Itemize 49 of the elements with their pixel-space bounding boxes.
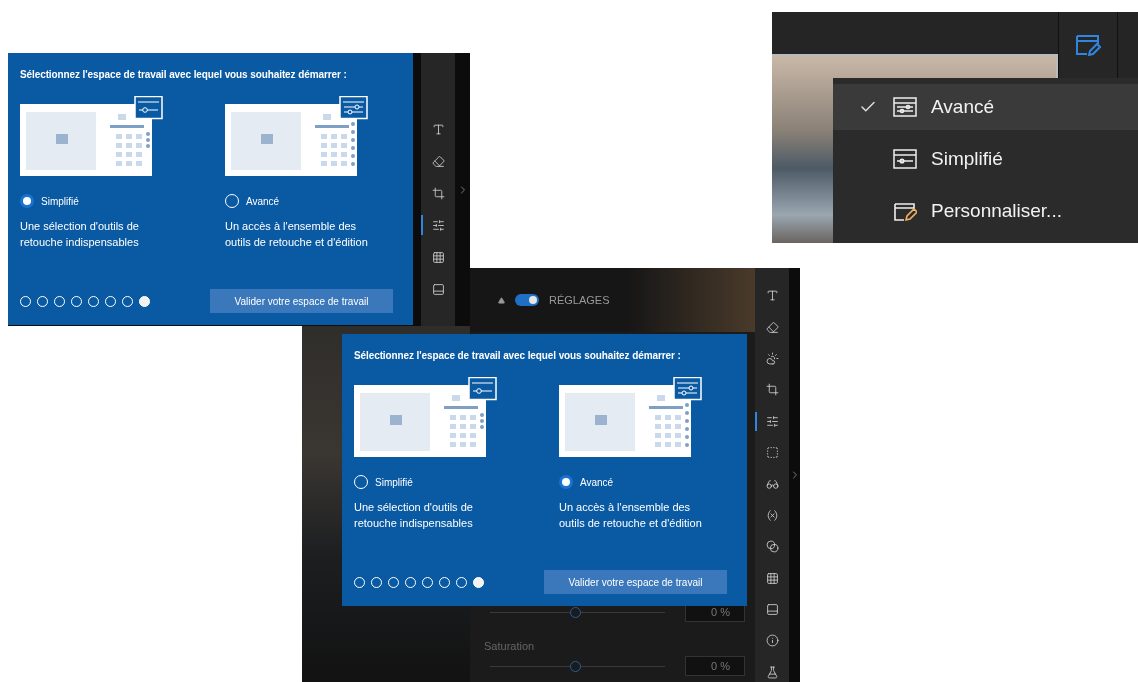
frame-icon [431,282,445,296]
text-icon [765,289,779,303]
glasses-icon [765,477,779,491]
collapse-icon[interactable] [498,296,505,304]
toggle-switch[interactable] [515,294,539,306]
section-title: RÉGLAGES [549,294,610,306]
option-description: Une sélection d'outils de retouche indispensables [354,500,474,531]
option-description: Un accès à l'ensemble des outils de retouche et d'édition [559,500,703,531]
confirm-button[interactable]: Valider votre espace de travail [544,570,727,594]
slider-thumb[interactable] [570,660,582,672]
eraser-icon [431,154,445,168]
sliders-icon [431,218,445,232]
pager-dot[interactable] [473,576,484,588]
slider-label: Saturation [484,640,536,652]
dialog-title: Sélectionnez l'espace de travail avec lequel vous souhaitez démarrer : [20,69,348,80]
workspace-button[interactable] [1058,12,1118,78]
sliders-icon [765,414,779,428]
eraser-icon [765,320,779,334]
option-label: Avancé [246,195,280,207]
crop-icon [431,186,445,200]
grid-icon [431,250,445,264]
pager-dot[interactable] [139,295,150,307]
function-icon [765,508,779,522]
flask-icon [765,665,779,679]
option-label: Simplifié [41,195,79,207]
text-icon [431,122,445,136]
option-description: Une sélection d'outils de retouche indispensables [20,219,140,250]
menu-item[interactable]: Avancé [833,84,1138,130]
cloud-sun-icon [765,351,779,365]
confirm-button[interactable]: Valider votre espace de travail [210,289,393,313]
frame-icon [765,603,779,617]
overlapping-circles-icon [765,540,779,554]
menu-item[interactable]: Personnaliser... [833,188,1138,234]
option-label: Simplifié [375,476,413,488]
info-icon [765,634,779,648]
grid-icon [765,571,779,585]
dashed-square-icon [765,446,779,460]
edit-window-icon [893,200,917,222]
dialog-title: Sélectionnez l'espace de travail avec lequel vous souhaitez démarrer : [354,350,682,361]
radio-button[interactable] [559,475,573,489]
menu-item[interactable]: Simplifié [833,136,1138,182]
slider-window-icon [893,149,917,169]
option-description: Un accès à l'ensemble des outils de retouche et d'édition [225,219,369,250]
option-label: Avancé [580,476,614,488]
radio-button[interactable] [20,194,34,208]
crop-icon [765,383,779,397]
sliders-window-icon [893,97,917,117]
edit-window-icon [1075,33,1101,57]
value-field[interactable]: 0 % [685,656,745,676]
